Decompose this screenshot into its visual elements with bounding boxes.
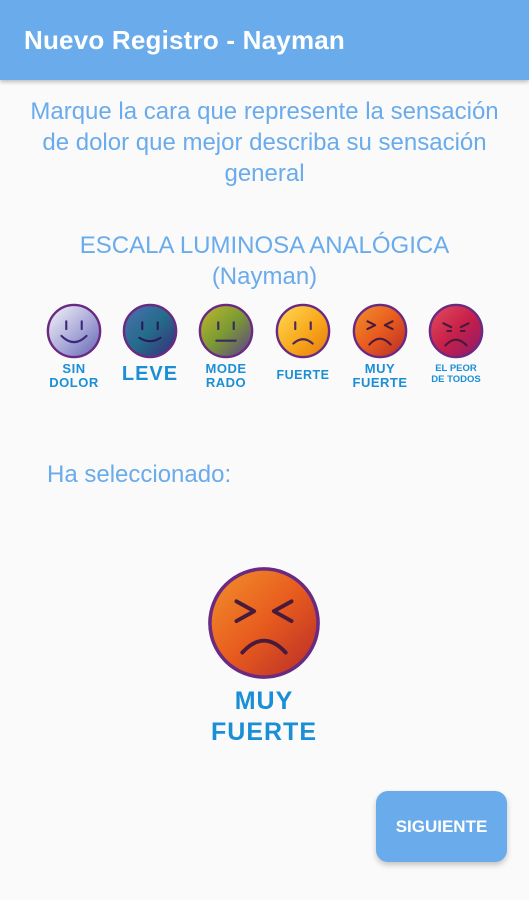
- selected-face: [205, 564, 323, 682]
- face-label: MUY FUERTE: [352, 361, 408, 390]
- smiling-face-icon: [46, 303, 102, 359]
- selected-value: MUY FUERTE: [211, 687, 317, 746]
- next-button[interactable]: SIGUIENTE: [376, 791, 507, 862]
- face-option-leve[interactable]: LEVE: [110, 302, 190, 402]
- face-scale: SIN DOLOR LEVE MODE RADO FUERTE MUY FUER…: [0, 302, 529, 402]
- face-option-moderado[interactable]: MODE RADO: [186, 302, 266, 402]
- app-title: Nuevo Registro - Nayman: [24, 24, 346, 55]
- instructions-text: Marque la cara que represente la sensaci…: [30, 98, 499, 187]
- slight-smile-face-icon: [122, 303, 178, 359]
- frowning-face-icon: [275, 303, 331, 359]
- neutral-face-icon: [198, 303, 254, 359]
- face-label: MODE RADO: [205, 361, 247, 390]
- worst-pain-face-icon: [428, 303, 484, 359]
- squinting-pain-face-icon: [352, 303, 408, 359]
- app-bar: Nuevo Registro - Nayman: [0, 0, 529, 80]
- scale-title-line1: ESCALA LUMINOSA ANALÓGICA: [79, 232, 450, 259]
- face-label: SIN DOLOR: [49, 361, 99, 390]
- scale-title: ESCALA LUMINOSA ANALÓGICA (Nayman): [20, 230, 509, 292]
- selection-label: Ha seleccionado:: [47, 461, 232, 488]
- face-label: FUERTE: [276, 368, 330, 382]
- face-option-fuerte[interactable]: FUERTE: [263, 302, 343, 402]
- face-option-sin-dolor[interactable]: SIN DOLOR: [34, 302, 114, 402]
- face-label: LEVE: [121, 363, 179, 385]
- scale-title-line2: (Nayman): [211, 263, 318, 290]
- face-label: EL PEOR DE TODOS: [431, 363, 481, 385]
- face-option-muy-fuerte[interactable]: MUY FUERTE: [340, 302, 420, 402]
- face-option-el-peor-de-todos[interactable]: EL PEOR DE TODOS: [416, 302, 496, 402]
- squinting-pain-face-icon: [208, 567, 320, 679]
